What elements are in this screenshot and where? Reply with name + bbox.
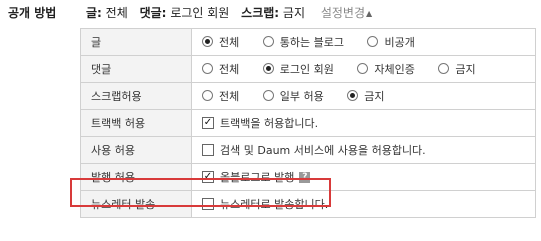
comment-option-forbid[interactable]: 금지 xyxy=(438,61,476,77)
visibility-summary: 글: 전체 댓글: 로그인 회원 스크랩: 금지 설정변경▲ xyxy=(86,4,372,21)
comment-option-self-auth[interactable]: 자체인증 xyxy=(357,61,415,77)
checkbox-unchecked-icon[interactable] xyxy=(202,143,214,156)
setting-row-publish: 발행 허용 ✓ 올블로그로 발행? xyxy=(80,163,536,191)
usage-checkbox[interactable]: 검색 및 Daum 서비스에 사용을 허용합니다. xyxy=(202,142,426,158)
setting-row-trackback: 트랙백 허용 ✓ 트랙백을 허용합니다. xyxy=(80,109,536,137)
radio-icon[interactable] xyxy=(438,63,450,75)
summary-comment-label: 댓글: xyxy=(139,6,167,20)
newsletter-checkbox[interactable]: 뉴스레터로 발송합니다. xyxy=(202,196,328,212)
row-label: 스크랩허용 xyxy=(80,82,192,110)
setting-row-comment: 댓글 전체 로그인 회원 자체인증 금지 xyxy=(80,55,536,83)
visibility-settings-table: 글 전체 통하는 블로그 비공개 댓글 전체 로그인 회원 자체인증 금지 스크… xyxy=(80,28,536,218)
publish-allblog-checkbox[interactable]: ✓ 올블로그로 발행? xyxy=(202,169,311,185)
caret-up-icon: ▲ xyxy=(366,9,373,18)
row-label: 트랙백 허용 xyxy=(80,109,192,137)
radio-icon[interactable] xyxy=(262,36,274,48)
setting-row-usage: 사용 허용 검색 및 Daum 서비스에 사용을 허용합니다. xyxy=(80,136,536,164)
section-title: 공개 방법 xyxy=(8,6,57,20)
summary-scrap-label: 스크랩: xyxy=(241,6,280,20)
checkbox-checked-icon[interactable]: ✓ xyxy=(202,171,214,183)
radio-icon[interactable] xyxy=(347,90,359,102)
change-settings-link[interactable]: 설정변경▲ xyxy=(321,6,372,20)
radio-icon[interactable] xyxy=(367,36,379,48)
setting-row-newsletter: 뉴스레터 발송 뉴스레터로 발송합니다. xyxy=(80,190,536,218)
row-label: 사용 허용 xyxy=(80,136,192,164)
row-label: 글 xyxy=(80,28,192,56)
help-icon[interactable]: ? xyxy=(299,171,311,183)
radio-icon[interactable] xyxy=(202,36,213,48)
row-label: 뉴스레터 발송 xyxy=(80,190,192,218)
scrap-option-all[interactable]: 전체 xyxy=(202,88,239,104)
trackback-checkbox[interactable]: ✓ 트랙백을 허용합니다. xyxy=(202,115,318,131)
checkbox-checked-icon[interactable]: ✓ xyxy=(202,117,214,129)
radio-icon[interactable] xyxy=(357,63,369,75)
radio-icon[interactable] xyxy=(202,90,213,102)
row-label: 발행 허용 xyxy=(80,163,192,191)
scrap-option-forbid[interactable]: 금지 xyxy=(347,88,384,104)
summary-scrap-value: 금지 xyxy=(282,6,305,20)
setting-row-scrap: 스크랩허용 전체 일부 허용 금지 xyxy=(80,82,536,110)
setting-row-post: 글 전체 통하는 블로그 비공개 xyxy=(80,28,536,56)
comment-option-logged-in[interactable]: 로그인 회원 xyxy=(262,61,334,77)
row-label: 댓글 xyxy=(80,55,192,83)
summary-comment-value: 로그인 회원 xyxy=(170,6,230,20)
change-settings-label: 설정변경 xyxy=(320,6,365,20)
summary-post-value: 전체 xyxy=(105,6,128,20)
post-option-all[interactable]: 전체 xyxy=(202,34,239,50)
post-option-connected-blogs[interactable]: 통하는 블로그 xyxy=(262,34,344,50)
post-option-private[interactable]: 비공개 xyxy=(367,34,415,50)
checkbox-unchecked-icon[interactable] xyxy=(202,197,214,210)
radio-icon[interactable] xyxy=(262,63,274,75)
scrap-option-partial[interactable]: 일부 허용 xyxy=(262,88,324,104)
summary-post-label: 글: xyxy=(86,6,102,20)
radio-icon[interactable] xyxy=(202,63,213,75)
radio-icon[interactable] xyxy=(262,90,274,102)
comment-option-all[interactable]: 전체 xyxy=(202,61,239,77)
